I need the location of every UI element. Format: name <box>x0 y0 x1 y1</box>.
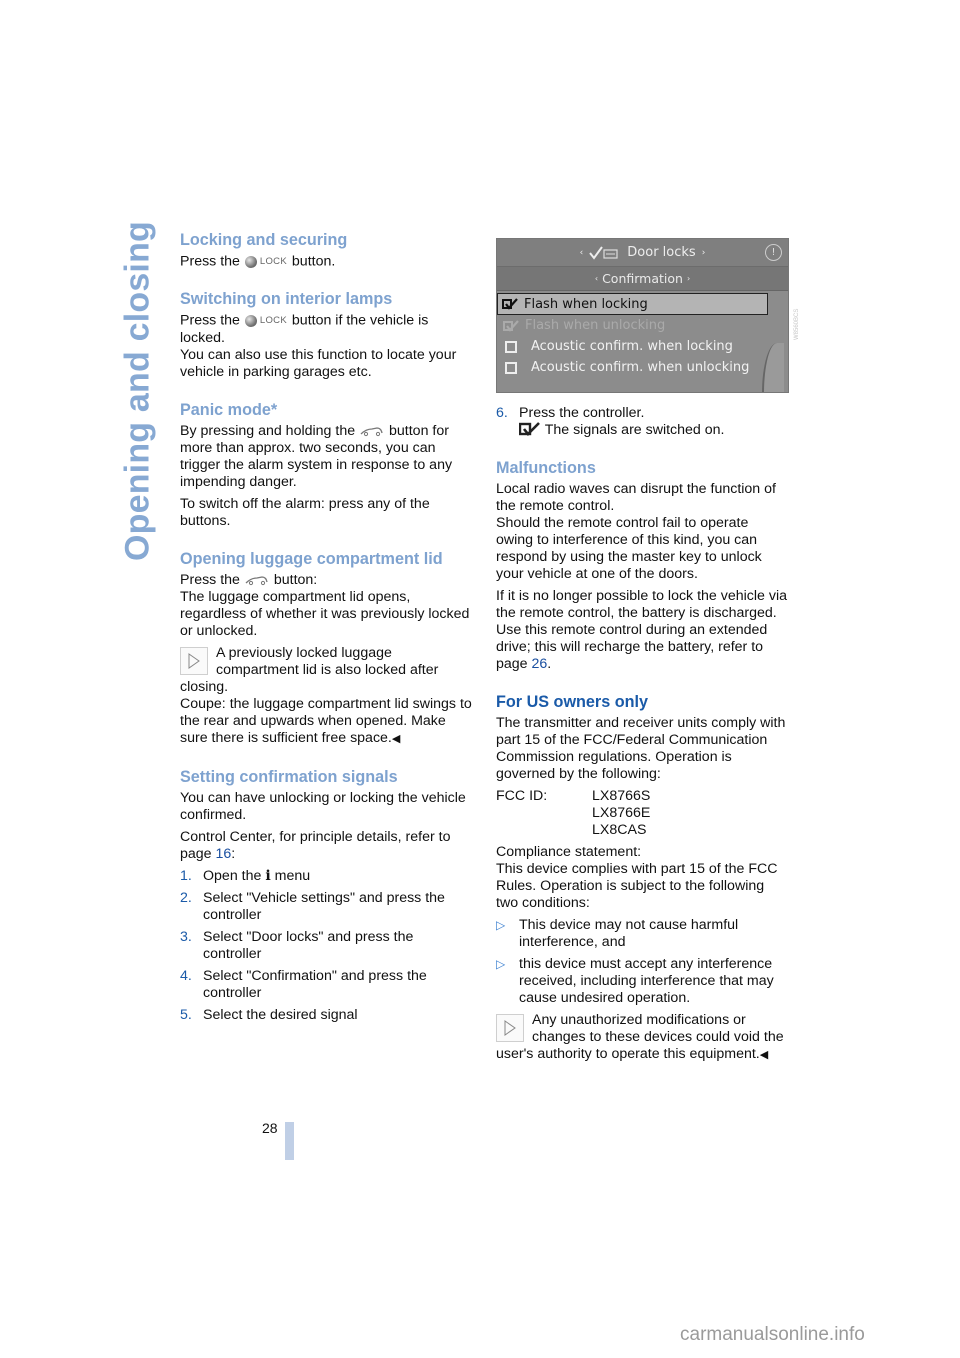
heading-malfunctions: Malfunctions <box>496 459 596 477</box>
fcc-id-block: FCC ID: LX8766S LX8766E LX8CAS <box>496 788 788 839</box>
chapter-title-text: Opening and closing <box>118 220 157 562</box>
locking-text: Press the LOCK button. <box>180 253 336 270</box>
conditions-list: ▷ This device may not cause harmful inte… <box>496 917 788 1007</box>
note-luggage: A previously locked luggage compartment … <box>180 644 472 746</box>
checkbox-checked-icon <box>518 422 540 436</box>
steps-list-continued: 6. Press the controller. The signals are… <box>496 405 788 439</box>
option-acoustic-unlocking[interactable]: Acoustic confirm. when unlocking <box>497 357 788 378</box>
panic-text: By pressing and holding the button for m… <box>180 422 453 490</box>
right-column: 6. Press the controller. The signals are… <box>496 405 788 1069</box>
chevron-right-icon: › <box>686 274 691 283</box>
screen-title: Door locks <box>627 245 696 260</box>
chevron-left-icon: ‹ <box>594 274 599 283</box>
screen-title-bar: ‹ Door locks › ! <box>497 239 788 267</box>
idrive-screen-image: ‹ Door locks › ! ‹ Confirmation › Flash … <box>496 238 789 393</box>
step-item: 4. Select "Confirmation" and press the c… <box>180 967 427 1001</box>
heading-luggage-lid: Opening luggage compartment lid <box>180 549 443 568</box>
info-icon: i <box>265 867 271 884</box>
chevron-right-icon: › <box>701 247 706 258</box>
compliance-statement: Compliance statement: This device compli… <box>496 844 778 911</box>
step-item: 1. Open the i menu <box>180 867 311 884</box>
end-mark: ◀ <box>391 732 401 745</box>
interior-lamps-text: Press the LOCK button if the vehicle is … <box>180 312 457 380</box>
condition-item: ▷ this device must accept any interferen… <box>496 956 774 1006</box>
note-triangle-icon <box>496 1014 524 1042</box>
section-confirmation-signals: Setting confirmation signals You can hav… <box>180 767 472 1024</box>
fcc-id-label: FCC ID: <box>496 788 548 804</box>
section-malfunctions: Malfunctions Local radio waves can disru… <box>496 458 788 673</box>
bullet-triangle-icon: ▷ <box>496 918 506 932</box>
screen-subtitle: Confirmation <box>602 271 683 286</box>
malfunctions-text-1: Local radio waves can disrupt the functi… <box>496 481 776 582</box>
checkbox-checked-icon <box>502 298 518 310</box>
watermark-site: carmanualsonline.info <box>680 1324 865 1345</box>
option-acoustic-locking[interactable]: Acoustic confirm. when locking <box>497 336 788 357</box>
note-unauthorized-modifications: Any unauthorized modifications or change… <box>496 1012 784 1062</box>
checkbox-empty-icon <box>505 340 517 353</box>
left-column: Locking and securing Press the LOCK butt… <box>180 230 472 1029</box>
note-triangle-icon <box>180 646 208 675</box>
page-link-26[interactable]: 26 <box>532 656 548 672</box>
section-locking: Locking and securing Press the LOCK butt… <box>180 230 472 270</box>
heading-interior-lamps: Switching on interior lamps <box>180 290 393 309</box>
section-luggage-lid: Opening luggage compartment lid Press th… <box>180 549 472 748</box>
trunk-button-icon <box>245 576 268 585</box>
us-owners-text: The transmitter and receiver units compl… <box>496 715 786 782</box>
malfunctions-text-2: If it is no longer possible to lock the … <box>496 588 787 672</box>
lock-button-icon: LOCK <box>244 253 287 270</box>
page-link-16[interactable]: 16 <box>216 846 232 862</box>
section-interior-lamps: Switching on interior lamps Press the LO… <box>180 289 472 380</box>
page-number-bar <box>285 1122 294 1160</box>
heading-locking: Locking and securing <box>180 231 348 249</box>
checkbox-checked-icon <box>503 319 519 332</box>
step-item: 5. Select the desired signal <box>180 1006 358 1023</box>
step-item: 3. Select "Door locks" and press the con… <box>180 928 414 962</box>
chevron-left-icon: ‹ <box>579 247 584 258</box>
luggage-text: Press the button: The luggage compartmen… <box>180 571 470 639</box>
option-flash-locking[interactable]: Flash when locking <box>497 293 768 315</box>
page-number: 28 <box>262 1120 278 1136</box>
end-mark: ◀ <box>759 1049 769 1061</box>
option-flash-unlocking: Flash when unlocking <box>497 315 788 336</box>
step-item: 6. Press the controller. The signals are… <box>496 405 725 438</box>
image-code: W8560BCS <box>794 308 800 340</box>
confirmation-text-2: Control Center, for principle details, r… <box>180 828 451 862</box>
confirmation-text-1: You can have unlocking or locking the ve… <box>180 789 466 823</box>
fcc-id-values: LX8766S LX8766E LX8CAS <box>592 788 651 838</box>
heading-confirmation-signals: Setting confirmation signals <box>180 767 398 786</box>
heading-panic-mode: Panic mode* <box>180 400 278 419</box>
screen-subtitle-bar: ‹ Confirmation › <box>497 267 788 291</box>
screen-options-list: Flash when locking Flash when unlocking … <box>497 291 788 392</box>
alert-icon: ! <box>765 244 782 261</box>
section-us-owners: For US owners only The transmitter and r… <box>496 692 788 1064</box>
panic-text-2: To switch off the alarm: press any of th… <box>180 495 430 529</box>
section-panic-mode: Panic mode* By pressing and holding the … <box>180 400 472 530</box>
step-item: 2. Select "Vehicle settings" and press t… <box>180 889 445 923</box>
steps-list: 1. Open the i menu 2. Select "Vehicle se… <box>180 868 472 1024</box>
trunk-button-icon <box>360 427 383 436</box>
heading-us-owners: For US owners only <box>496 693 649 711</box>
chapter-side-title: Opening and closing <box>108 221 168 561</box>
checkbox-empty-icon <box>505 361 517 374</box>
condition-item: ▷ This device may not cause harmful inte… <box>496 917 739 950</box>
door-lock-check-icon <box>589 245 618 260</box>
lock-button-icon: LOCK <box>244 312 287 329</box>
bullet-triangle-icon: ▷ <box>496 957 506 971</box>
